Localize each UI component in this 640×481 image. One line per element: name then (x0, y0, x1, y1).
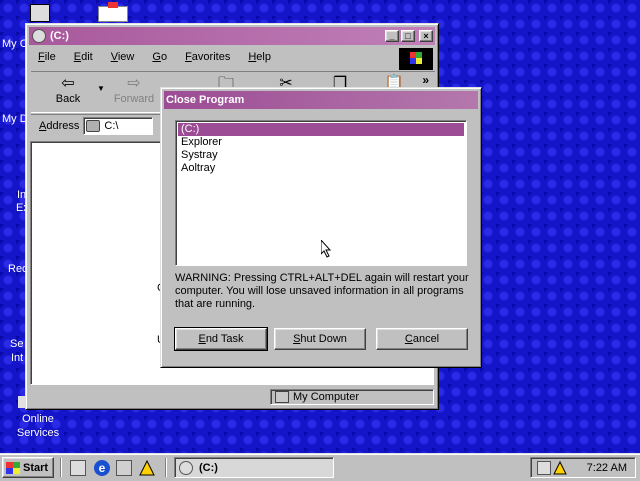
end-task-button[interactable]: End Task (174, 327, 268, 351)
cancel-button[interactable]: Cancel (376, 328, 468, 350)
menu-go[interactable]: Go (143, 51, 176, 63)
status-text: My Computer (293, 391, 360, 403)
menu-file[interactable]: File (29, 51, 65, 63)
drive-icon (32, 29, 46, 43)
process-item[interactable]: Explorer (178, 136, 464, 149)
process-item[interactable]: Systray (178, 149, 464, 162)
desktop-icon-my-computer-label[interactable]: My C (2, 38, 28, 50)
taskbar-separator (165, 458, 167, 477)
end-task-label: End Task (198, 333, 244, 345)
menu-edit[interactable]: Edit (65, 51, 102, 63)
toolbar-more-chevron-icon[interactable]: » (422, 73, 429, 87)
taskbar-button-c-drive[interactable]: (C:) (174, 457, 334, 478)
forward-arrow-icon: ⇨ (127, 75, 141, 92)
desktop-computer-icon[interactable] (30, 4, 50, 22)
close-button[interactable]: × (419, 30, 433, 42)
drive-icon (179, 460, 193, 475)
taskbar-separator (60, 458, 62, 477)
status-zone: My Computer (270, 389, 434, 405)
explorer-title: (C:) (50, 30, 69, 42)
dialog-title: Close Program (166, 94, 245, 106)
address-value: C:\ (104, 120, 119, 132)
minimize-button[interactable]: _ (385, 30, 399, 42)
back-dropdown-icon[interactable]: ▼ (97, 84, 105, 93)
warning-text: WARNING: Pressing CTRL+ALT+DEL again wil… (175, 272, 469, 310)
process-item-selected[interactable]: (C:) (178, 123, 464, 136)
process-item[interactable]: Aoltray (178, 162, 464, 175)
aol-tray-icon[interactable] (553, 460, 567, 475)
shut-down-button[interactable]: Shut Down (274, 328, 366, 350)
mouse-cursor-icon (321, 240, 332, 258)
menu-favorites[interactable]: Favorites (176, 51, 239, 63)
forward-label: Forward (113, 93, 155, 105)
desktop-printer-flag-icon (108, 2, 118, 8)
menu-view[interactable]: View (102, 51, 144, 63)
drive-icon (86, 120, 101, 132)
close-program-dialog: Close Program (C:) Explorer Systray Aolt… (160, 87, 482, 368)
show-desktop-icon[interactable] (70, 460, 86, 476)
desktop-icon-my-documents-label[interactable]: My D (2, 113, 28, 125)
windows-logo (399, 48, 433, 70)
desktop-printer-icon[interactable] (98, 6, 128, 22)
dialog-titlebar[interactable]: Close Program (164, 91, 478, 109)
address-field[interactable]: C:\ (83, 117, 154, 135)
shut-down-label: Shut Down (293, 333, 347, 345)
start-label: Start (23, 461, 49, 474)
status-bar: My Computer (30, 388, 434, 406)
menu-bar: File Edit View Go Favorites Help (29, 47, 398, 67)
maximize-button[interactable]: □ (401, 30, 415, 42)
desktop-icon-setup-label-2[interactable]: Int (11, 352, 23, 364)
forward-button[interactable]: ⇨ Forward (107, 75, 161, 105)
internet-explorer-icon[interactable]: e (94, 460, 110, 476)
back-label: Back (55, 93, 81, 105)
menu-help[interactable]: Help (239, 51, 280, 63)
start-button[interactable]: Start (2, 457, 54, 478)
address-label: Address (39, 120, 80, 132)
clock[interactable]: 7:22 AM (587, 462, 627, 474)
computer-icon (275, 391, 289, 403)
windows-flag-icon (6, 461, 20, 474)
taskbar: Start e (C:) 7:22 AM (0, 453, 640, 481)
outlook-express-icon[interactable] (116, 460, 132, 476)
system-tray: 7:22 AM (530, 457, 636, 478)
systray-icon[interactable] (537, 460, 551, 475)
windows-flag-icon (410, 52, 422, 64)
explorer-titlebar[interactable]: (C:) _ □ × (29, 27, 435, 45)
back-button[interactable]: ⇦ Back (41, 75, 95, 105)
aol-icon[interactable] (139, 459, 155, 476)
taskbar-button-label: (C:) (199, 461, 218, 474)
cancel-label: Cancel (404, 333, 440, 345)
desktop-icon-setup-label-1[interactable]: Se (10, 338, 23, 350)
desktop-icon-online-services-label: Online Services (16, 413, 60, 439)
back-arrow-icon: ⇦ (61, 75, 75, 92)
